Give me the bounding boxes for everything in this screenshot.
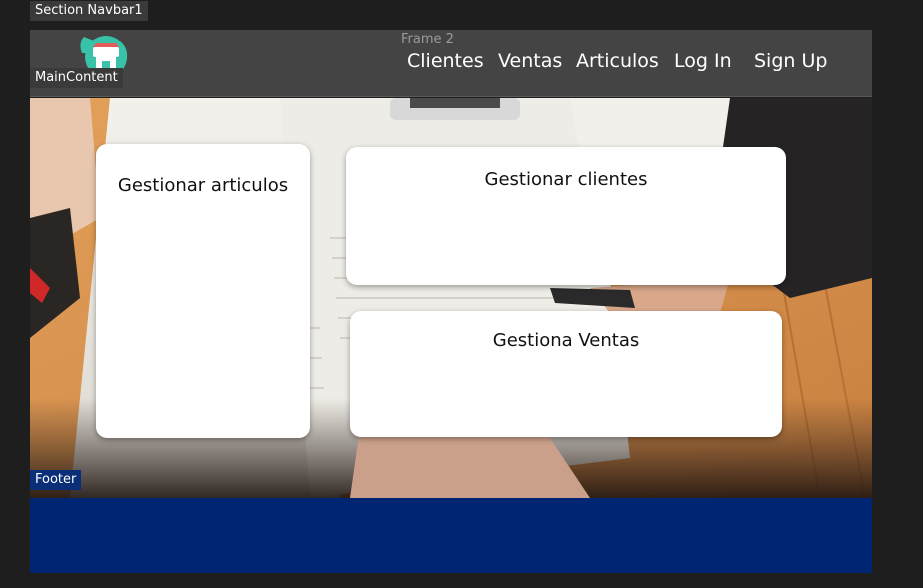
card-gestionar-articulos[interactable]: Gestionar articulos — [96, 144, 310, 438]
frame-2-label: Frame 2 — [401, 32, 454, 47]
footer — [30, 498, 872, 573]
main-content: Gestionar articulos Gestionar clientes G… — [30, 98, 872, 498]
card-gestiona-ventas-title: Gestiona Ventas — [492, 330, 640, 351]
card-gestiona-ventas[interactable]: Gestiona Ventas — [350, 311, 782, 437]
nav-link-signup[interactable]: Sign Up — [754, 50, 827, 72]
nav-link-clientes[interactable]: Clientes — [407, 50, 484, 72]
card-gestionar-clientes-title: Gestionar clientes — [484, 169, 648, 190]
card-gestionar-clientes[interactable]: Gestionar clientes — [346, 147, 786, 285]
nav-link-articulos[interactable]: Articulos — [576, 50, 659, 72]
footer-tag[interactable]: Footer — [30, 470, 82, 490]
main-content-tag[interactable]: MainContent — [30, 68, 123, 88]
card-gestionar-articulos-title: Gestionar articulos — [117, 175, 289, 196]
section-navbar-tag[interactable]: Section Navbar1 — [30, 1, 148, 21]
nav-link-ventas[interactable]: Ventas — [498, 50, 562, 72]
nav-link-login[interactable]: Log In — [674, 50, 732, 72]
